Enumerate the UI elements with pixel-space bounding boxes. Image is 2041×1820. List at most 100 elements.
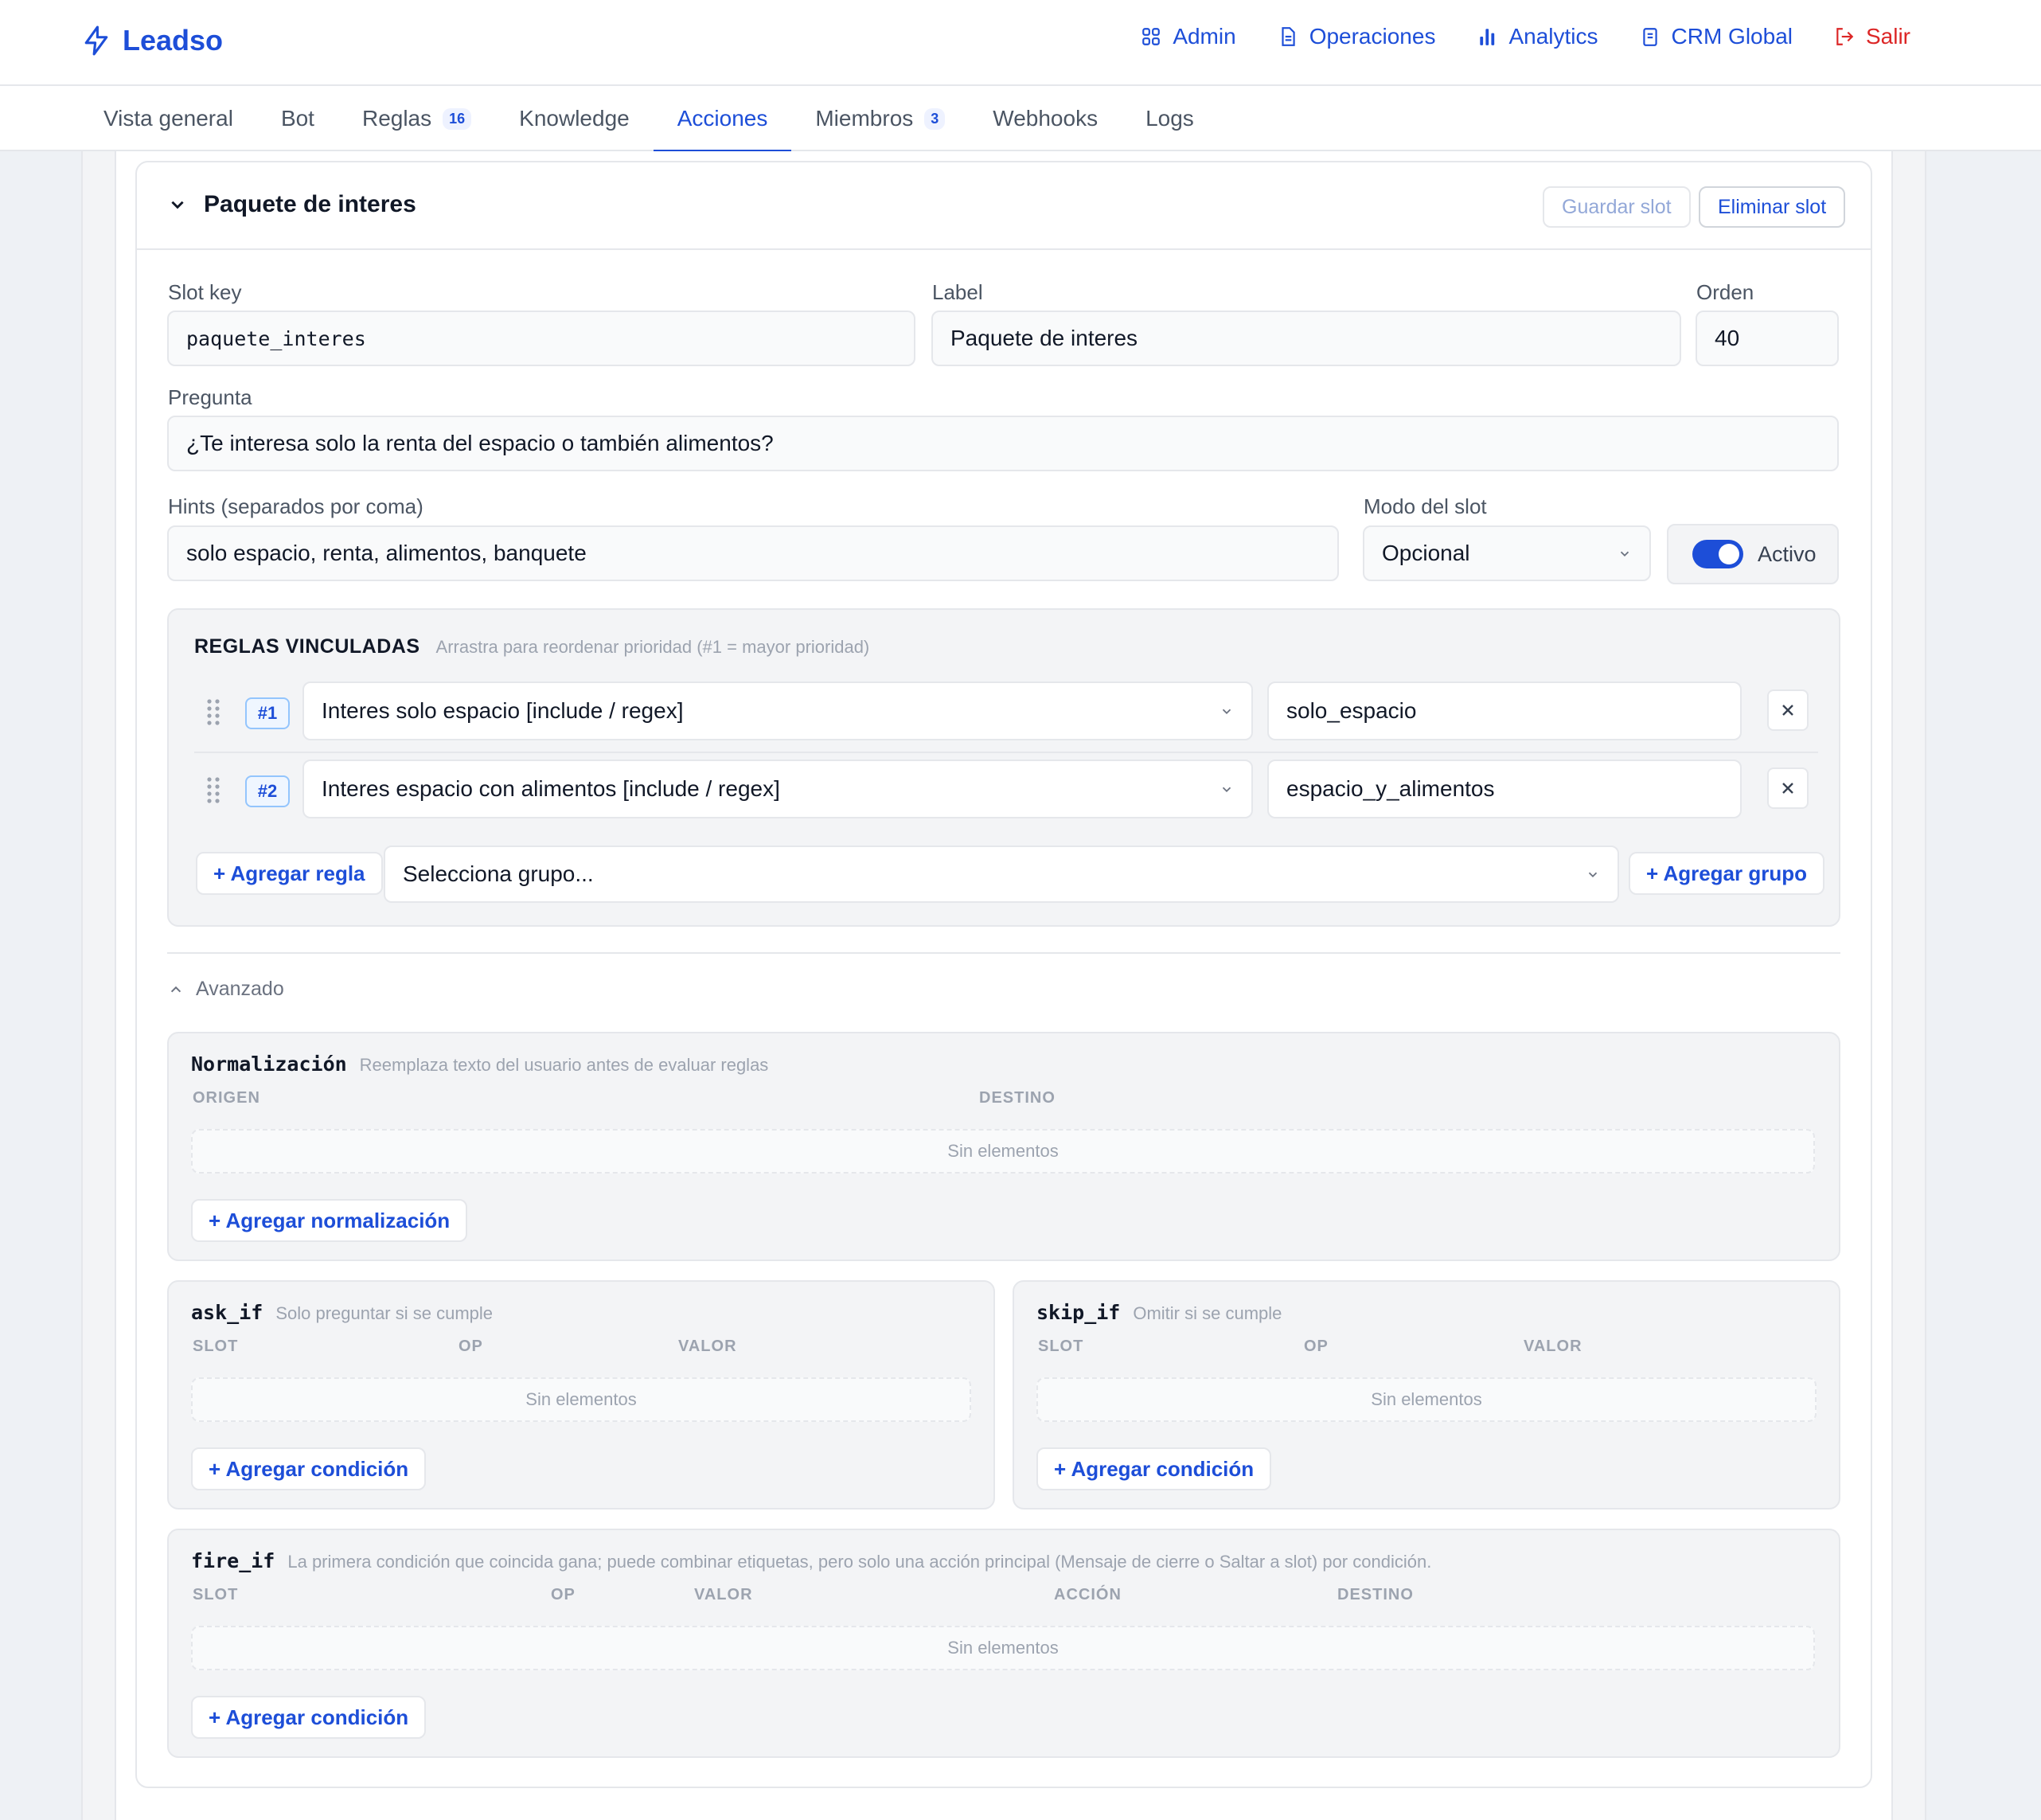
add-condition-button[interactable]: + Agregar condición <box>191 1696 427 1739</box>
tab-acciones[interactable]: Acciones <box>653 86 792 153</box>
fire-if-header: fire_if La primera condición que coincid… <box>191 1549 1431 1572</box>
drag-handle-icon[interactable] <box>205 775 221 804</box>
nav-analytics[interactable]: Analytics <box>1477 24 1598 49</box>
ask-if-subtitle: Solo preguntar si se cumple <box>275 1303 494 1323</box>
rule-select[interactable]: Interes espacio con alimentos [include /… <box>302 760 1253 818</box>
tab-reglas[interactable]: Reglas 16 <box>338 86 495 151</box>
tab-label: Bot <box>280 106 314 131</box>
save-slot-button[interactable]: Guardar slot <box>1543 186 1691 228</box>
avanzado-label: Avanzado <box>196 978 284 1000</box>
drag-handle-icon[interactable] <box>205 697 221 726</box>
tab-label: Knowledge <box>519 106 630 131</box>
column-header: OP <box>551 1586 576 1603</box>
lightning-icon <box>84 25 108 56</box>
skip-if-panel: skip_if Omitir si se cumple SLOT OP VALO… <box>1013 1280 1840 1510</box>
tab-label: Reglas <box>361 106 432 131</box>
brand-name: Leadso <box>123 24 224 57</box>
nav-admin[interactable]: Admin <box>1141 24 1236 49</box>
reglas-subtitle: Arrastra para reordenar prioridad (#1 = … <box>435 637 870 657</box>
add-group-button[interactable]: + Agregar grupo <box>1629 852 1825 895</box>
priority-badge: #2 <box>245 775 290 807</box>
remove-rule-button[interactable] <box>1767 689 1809 731</box>
empty-state: Sin elementos <box>191 1377 971 1422</box>
grid-icon <box>1142 28 1161 45</box>
activo-label: Activo <box>1758 541 1817 566</box>
modo-select[interactable]: Opcional <box>1363 525 1651 581</box>
modo-value: Opcional <box>1382 541 1470 565</box>
rule-value-input[interactable]: solo_espacio <box>1267 682 1742 740</box>
column-header: ACCIÓN <box>1054 1586 1122 1603</box>
column-header: DESTINO <box>1337 1586 1414 1603</box>
empty-state: Sin elementos <box>1036 1377 1817 1422</box>
slot-card-header: Paquete de interes Guardar slot Eliminar… <box>137 162 1871 250</box>
tab-label: Logs <box>1145 106 1194 131</box>
delete-slot-button[interactable]: Eliminar slot <box>1699 186 1846 228</box>
divider <box>167 952 1840 954</box>
rule-row: #1 Interes solo espacio [include / regex… <box>194 682 1818 753</box>
chevron-down-icon <box>1222 709 1231 714</box>
slot-key-label: Slot key <box>168 280 242 304</box>
label-input[interactable]: Paquete de interes <box>931 310 1681 366</box>
normalizacion-header: Normalización Reemplaza texto del usuari… <box>191 1053 768 1076</box>
nav-analytics-label: Analytics <box>1508 24 1598 49</box>
close-icon <box>1782 783 1793 794</box>
top-bar: Leadso Admin Operaciones Analytics CRM G… <box>0 0 2041 86</box>
slot-key-input[interactable]: paquete_interes <box>167 310 915 366</box>
add-rule-button[interactable]: + Agregar regla <box>196 852 383 895</box>
avanzado-toggle[interactable]: Avanzado <box>169 978 284 1001</box>
rule-select-value: Interes solo espacio [include / regex] <box>322 698 684 723</box>
nav-salir[interactable]: Salir <box>1834 24 1910 49</box>
rule-select[interactable]: Interes solo espacio [include / regex] <box>302 682 1253 740</box>
add-condition-button[interactable]: + Agregar condición <box>191 1447 427 1490</box>
add-normalizacion-button[interactable]: + Agregar normalización <box>191 1199 468 1242</box>
orden-input[interactable]: 40 <box>1696 310 1839 366</box>
tab-label: Vista general <box>103 106 233 131</box>
column-header: OP <box>1304 1338 1329 1355</box>
column-header: SLOT <box>1038 1338 1084 1355</box>
tab-label: Miembros <box>815 106 914 131</box>
tab-logs[interactable]: Logs <box>1122 86 1218 151</box>
count-badge: 3 <box>924 107 946 130</box>
tab-webhooks[interactable]: Webhooks <box>969 86 1122 151</box>
hints-input[interactable]: solo espacio, renta, alimentos, banquete <box>167 525 1339 581</box>
add-condition-button[interactable]: + Agregar condición <box>1036 1447 1272 1490</box>
nav-crm-label: CRM Global <box>1671 24 1793 49</box>
group-select-placeholder: Selecciona grupo... <box>403 861 594 886</box>
reglas-title: REGLAS VINCULADAS <box>194 635 420 658</box>
normalizacion-title: Normalización <box>191 1053 347 1076</box>
chevron-down-icon <box>1588 872 1598 877</box>
activo-toggle[interactable]: Activo <box>1667 524 1839 584</box>
column-header: VALOR <box>694 1586 753 1603</box>
toggle-switch[interactable] <box>1692 540 1743 568</box>
nav-crm-global[interactable]: CRM Global <box>1640 24 1793 49</box>
tab-knowledge[interactable]: Knowledge <box>495 86 654 151</box>
column-header: SLOT <box>193 1338 239 1355</box>
column-header: SLOT <box>193 1586 239 1603</box>
column-header: OP <box>459 1338 483 1355</box>
remove-rule-button[interactable] <box>1767 767 1809 809</box>
ask-if-header: ask_if Solo preguntar si se cumple <box>191 1301 493 1324</box>
priority-badge: #1 <box>245 697 290 729</box>
modo-label: Modo del slot <box>1364 494 1487 518</box>
normalizacion-panel: Normalización Reemplaza texto del usuari… <box>167 1032 1840 1261</box>
nav-operaciones[interactable]: Operaciones <box>1278 24 1435 49</box>
rule-value-input[interactable]: espacio_y_alimentos <box>1267 760 1742 818</box>
chevron-down-icon <box>1222 787 1231 792</box>
tab-miembros[interactable]: Miembros 3 <box>791 86 969 151</box>
tab-label: Webhooks <box>993 106 1099 131</box>
ask-if-panel: ask_if Solo preguntar si se cumple SLOT … <box>167 1280 995 1510</box>
tab-vista-general[interactable]: Vista general <box>80 86 257 151</box>
normalizacion-subtitle: Reemplaza texto del usuario antes de eva… <box>359 1055 769 1075</box>
rule-row: #2 Interes espacio con alimentos [includ… <box>194 760 1818 823</box>
slot-collapse-toggle[interactable]: Paquete de interes <box>169 191 416 218</box>
brand[interactable]: Leadso <box>83 24 223 57</box>
group-select[interactable]: Selecciona grupo... <box>384 846 1619 903</box>
tab-bot[interactable]: Bot <box>257 86 338 151</box>
column-header: VALOR <box>678 1338 737 1355</box>
chevron-up-icon <box>170 986 181 992</box>
reglas-header: REGLAS VINCULADAS Arrastra para reordena… <box>194 635 869 658</box>
tabs: Vista general Bot Reglas 16 Knowledge Acc… <box>80 86 1218 153</box>
skip-if-title: skip_if <box>1036 1301 1121 1324</box>
pregunta-input[interactable]: ¿Te interesa solo la renta del espacio o… <box>167 416 1839 471</box>
ask-if-title: ask_if <box>191 1301 263 1324</box>
